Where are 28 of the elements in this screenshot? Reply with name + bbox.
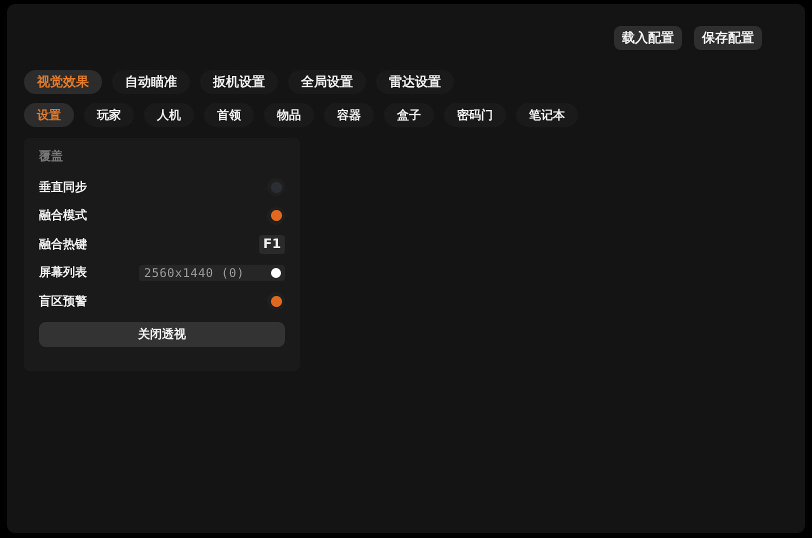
close-button[interactable]: 关闭透视 bbox=[39, 322, 285, 346]
setting-label: 融合热键 bbox=[39, 236, 87, 253]
tab[interactable]: 视觉效果 bbox=[24, 70, 102, 94]
hotkey-field[interactable]: F1 bbox=[259, 234, 285, 254]
tab[interactable]: 扳机设置 bbox=[200, 70, 278, 94]
toggle[interactable] bbox=[267, 292, 285, 310]
tab[interactable]: 自动瞄准 bbox=[112, 70, 190, 94]
subtab[interactable]: 物品 bbox=[264, 103, 314, 127]
subtab[interactable]: 首领 bbox=[204, 103, 254, 127]
tab[interactable]: 全局设置 bbox=[288, 70, 366, 94]
toggle[interactable] bbox=[267, 178, 285, 196]
subtab[interactable]: 设置 bbox=[24, 103, 74, 127]
subtab[interactable]: 容器 bbox=[324, 103, 374, 127]
subtab[interactable]: 盒子 bbox=[384, 103, 434, 127]
toggle[interactable] bbox=[267, 206, 285, 225]
subtab[interactable]: 人机 bbox=[144, 103, 194, 127]
panel-title: 覆盖 bbox=[39, 148, 64, 165]
config-button[interactable]: 保存配置 bbox=[694, 26, 762, 50]
subtab[interactable]: 密码门 bbox=[444, 103, 506, 127]
config-button[interactable]: 载入配置 bbox=[614, 26, 682, 50]
subtab[interactable]: 笔记本 bbox=[516, 103, 578, 127]
select-field[interactable]: 2560x1440 (0) bbox=[139, 264, 285, 281]
subtab[interactable]: 玩家 bbox=[84, 103, 134, 127]
setting-label: 屏幕列表 bbox=[39, 264, 87, 282]
setting-label: 垂直同步 bbox=[39, 178, 87, 196]
tab[interactable]: 雷达设置 bbox=[376, 70, 454, 94]
setting-label: 盲区预警 bbox=[39, 292, 87, 310]
setting-label: 融合模式 bbox=[39, 207, 87, 224]
